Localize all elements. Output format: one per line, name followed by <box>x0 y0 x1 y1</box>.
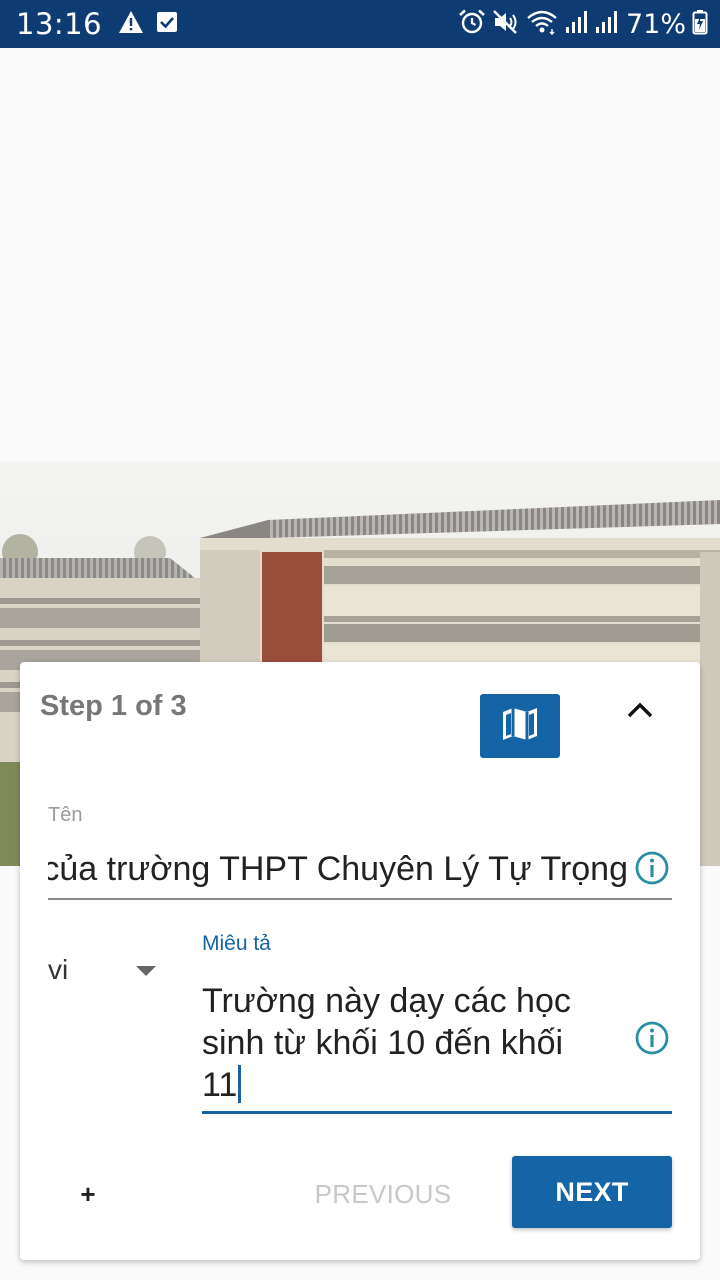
status-time: 13:16 <box>16 7 103 41</box>
language-select[interactable]: vi <box>48 952 168 992</box>
name-input[interactable]: của trường THPT Chuyên Lý Tự Trọng <box>48 844 672 900</box>
add-language-button[interactable]: + <box>72 1172 104 1216</box>
battery-percent: 71% <box>625 8 686 40</box>
name-value: của trường THPT Chuyên Lý Tự Trọng <box>48 850 628 888</box>
collapse-button[interactable] <box>618 692 662 732</box>
info-icon[interactable] <box>634 1020 670 1056</box>
signal-icon <box>564 9 588 40</box>
step-title: Step 1 of 3 <box>40 690 187 722</box>
dropdown-arrow-icon <box>136 966 156 976</box>
signal-icon <box>594 9 618 40</box>
description-text: Trường này dạy các học sinh từ khối 10 đ… <box>202 982 571 1104</box>
chevron-up-icon <box>626 701 654 724</box>
status-left-icons <box>118 10 178 39</box>
checkbox-icon <box>156 10 178 39</box>
map-icon <box>500 706 540 747</box>
description-value: Trường này dạy các học sinh từ khối 10 đ… <box>202 980 602 1106</box>
next-button[interactable]: NEXT <box>512 1156 672 1228</box>
info-icon[interactable] <box>634 850 670 886</box>
wizard-card: Step 1 of 3 Tên của trường THPT Chuyên L… <box>20 662 700 1260</box>
status-right-icons: 71% <box>458 9 708 40</box>
previous-button[interactable]: PREVIOUS <box>308 1174 458 1214</box>
warning-icon <box>118 10 144 39</box>
description-label: Miêu tả <box>202 932 271 955</box>
description-input[interactable]: Trường này dạy các học sinh từ khối 10 đ… <box>202 970 672 1114</box>
language-value: vi <box>48 954 69 985</box>
alarm-icon <box>458 9 486 40</box>
status-bar: 13:16 71% <box>0 0 720 48</box>
battery-charging-icon <box>692 9 708 40</box>
text-cursor <box>238 1065 242 1103</box>
screen: 13:16 71% Step 1 of 3 Tên của trường THP… <box>0 0 720 1280</box>
wifi-icon <box>526 9 558 40</box>
map-button[interactable] <box>480 694 560 758</box>
mute-icon <box>492 9 520 40</box>
name-label: Tên <box>48 804 83 826</box>
